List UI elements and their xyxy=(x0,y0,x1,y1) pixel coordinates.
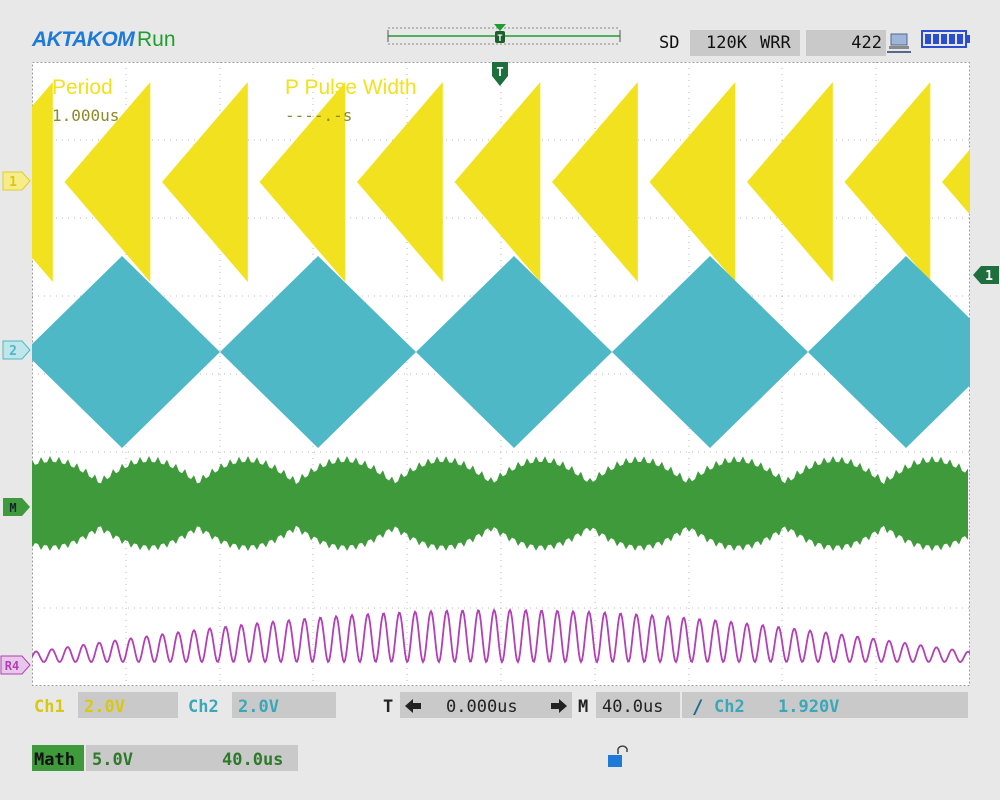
measurement-1-label: Period xyxy=(52,76,113,99)
ch1-trace xyxy=(32,82,970,282)
waveform-traces xyxy=(32,82,970,664)
acquisition-count: 422 xyxy=(851,33,882,53)
main-timebase-label: M xyxy=(578,697,589,717)
svg-text:T: T xyxy=(496,65,503,79)
acquisition-mode: SD xyxy=(659,33,680,53)
memory-depth: 120K xyxy=(706,33,747,53)
math-trace xyxy=(32,456,968,551)
ref-trace xyxy=(32,607,970,664)
trigger-offset: 0.000us xyxy=(446,697,518,717)
status-bar: AKTAKOM Run T SD 120K WRR 422 xyxy=(0,0,1000,62)
trigger-level: 1.920V xyxy=(778,697,840,717)
math-scale: 5.0V xyxy=(92,750,133,770)
run-state[interactable]: Run xyxy=(137,28,176,52)
ch2-marker[interactable]: 2 xyxy=(2,339,32,361)
trigger-position-marker[interactable]: T xyxy=(490,62,510,88)
svg-text:R4: R4 xyxy=(5,659,19,673)
main-timebase: 40.0us xyxy=(602,697,664,717)
lock-icon[interactable] xyxy=(606,744,628,770)
ch1-scale: 2.0V xyxy=(84,697,125,717)
arrow-right-icon[interactable] xyxy=(550,698,568,714)
svg-text:1: 1 xyxy=(9,175,17,190)
measurement-2-label: P Pulse Width xyxy=(285,76,417,99)
ch2-scale: 2.0V xyxy=(238,697,279,717)
math-label: Math xyxy=(34,750,75,770)
svg-text:1: 1 xyxy=(985,269,993,284)
measurement-2-value: ----.-s xyxy=(285,106,353,125)
trigger-level-marker[interactable]: 1 xyxy=(972,264,1000,286)
svg-text:T: T xyxy=(497,34,503,44)
ref-marker[interactable]: R4 xyxy=(0,654,32,676)
arrow-left-icon[interactable] xyxy=(404,698,422,714)
memory-depth-box[interactable]: 120K WRR xyxy=(690,30,800,56)
math-marker[interactable]: M xyxy=(2,496,32,518)
network-icon xyxy=(887,33,911,53)
ch2-label[interactable]: Ch2 xyxy=(188,697,219,717)
battery-icon xyxy=(921,30,970,48)
ch1-marker[interactable]: 1 xyxy=(2,170,32,192)
math-timebase: 40.0us xyxy=(222,750,284,770)
svg-text:M: M xyxy=(9,501,16,515)
trigger-offset-label: T xyxy=(383,697,394,717)
measurement-1-value: 1.000us xyxy=(52,106,120,125)
ch2-trace xyxy=(32,256,970,448)
waveform-display[interactable] xyxy=(32,62,970,686)
record-mode: WRR xyxy=(760,33,791,53)
memory-position-bar[interactable]: T xyxy=(384,24,624,48)
brand-logo: AKTAKOM xyxy=(32,28,135,51)
ch1-label[interactable]: Ch1 xyxy=(34,697,65,717)
rising-edge-icon: / xyxy=(692,696,704,718)
trigger-source: Ch2 xyxy=(714,697,745,717)
svg-text:2: 2 xyxy=(9,344,17,359)
acquisition-count-box: 422 xyxy=(806,30,886,56)
